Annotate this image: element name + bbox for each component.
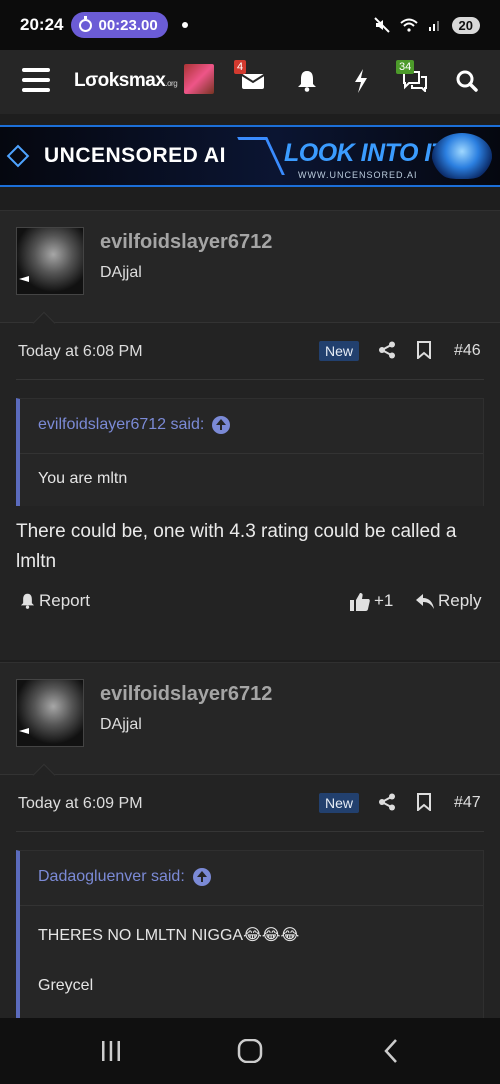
reaction-count: +1 bbox=[374, 591, 394, 610]
status-icons: 20 bbox=[373, 16, 480, 34]
post-number[interactable]: #46 bbox=[454, 342, 481, 360]
alerts-button[interactable] bbox=[292, 66, 322, 96]
ad-banner[interactable]: UNCENSORED AI LOOK INTO IT WWW.UNCENSORE… bbox=[0, 125, 500, 187]
conversations-button[interactable]: 34 bbox=[396, 60, 430, 96]
divider bbox=[16, 831, 484, 832]
stopwatch-icon bbox=[79, 15, 93, 32]
quote-author-link[interactable]: evilfoidslayer6712 said: bbox=[38, 416, 231, 434]
bookmark-button[interactable] bbox=[413, 791, 435, 813]
recent-apps-button[interactable] bbox=[94, 1036, 128, 1066]
banner-url: WWW.UNCENSORED.AI bbox=[298, 170, 418, 180]
banner-right-text: LOOK INTO IT bbox=[284, 139, 446, 167]
quote-author: evilfoidslayer6712 said: bbox=[38, 416, 205, 433]
logo-text: Lσoksmax bbox=[74, 70, 166, 91]
screen-record-timer[interactable]: 00:23.00 bbox=[71, 12, 168, 38]
post-actions: Report +1 Reply bbox=[0, 591, 500, 631]
post-user-block: evilfoidslayer6712 DAjjal bbox=[0, 211, 500, 335]
quote-text: You are mltn bbox=[38, 470, 128, 487]
logo-suffix: .org bbox=[165, 79, 178, 88]
new-badge: New bbox=[319, 793, 360, 813]
bell-icon bbox=[298, 71, 316, 92]
arrow-up-circle-icon[interactable] bbox=[192, 868, 211, 886]
user-title: DAjjal bbox=[100, 264, 142, 281]
menu-icon[interactable] bbox=[22, 68, 50, 92]
search-button[interactable] bbox=[452, 66, 482, 96]
quote-author-link[interactable]: Dadaogluenver said: bbox=[38, 868, 211, 886]
share-button[interactable] bbox=[376, 339, 398, 361]
like-button[interactable]: +1 bbox=[350, 591, 393, 611]
arrow-shape bbox=[237, 137, 285, 175]
quote-divider bbox=[20, 453, 483, 454]
avatar[interactable] bbox=[16, 679, 84, 747]
share-icon bbox=[379, 341, 395, 359]
quote-text: Greycel bbox=[38, 977, 94, 994]
quote-block: Dadaogluenver said: THERES NO LMLTN NIGG… bbox=[16, 850, 484, 1020]
signal-icon bbox=[428, 21, 439, 31]
post-meta: Today at 6:09 PM New #47 bbox=[0, 775, 500, 827]
back-icon bbox=[384, 1039, 397, 1063]
system-nav-bar bbox=[0, 1018, 500, 1084]
home-icon bbox=[237, 1039, 263, 1063]
recents-icon bbox=[102, 1041, 120, 1061]
reply-icon bbox=[416, 593, 434, 609]
diamond-icon bbox=[6, 144, 30, 168]
post-date[interactable]: Today at 6:08 PM bbox=[18, 343, 143, 361]
reply-label: Reply bbox=[438, 591, 482, 610]
post-date[interactable]: Today at 6:09 PM bbox=[18, 795, 143, 813]
thumbs-up-icon bbox=[350, 592, 370, 611]
share-icon bbox=[379, 793, 395, 811]
reply-button[interactable]: Reply bbox=[416, 591, 481, 611]
user-title: DAjjal bbox=[100, 716, 142, 733]
status-bar: 20:24 00:23.00 20 bbox=[0, 0, 500, 50]
account-avatar[interactable] bbox=[184, 64, 214, 94]
share-button[interactable] bbox=[376, 791, 398, 813]
inbox-button[interactable]: 4 bbox=[234, 60, 268, 96]
bookmark-icon bbox=[417, 793, 431, 811]
clock: 20:24 bbox=[20, 15, 64, 34]
back-button[interactable] bbox=[374, 1036, 408, 1066]
home-button[interactable] bbox=[233, 1036, 267, 1066]
post-body: There could be, one with 4.3 rating coul… bbox=[16, 521, 457, 572]
post-user-block: evilfoidslayer6712 DAjjal bbox=[0, 663, 500, 787]
post-number[interactable]: #47 bbox=[454, 794, 481, 812]
post-47: evilfoidslayer6712 DAjjal Today at 6:09 … bbox=[0, 662, 500, 1020]
arrow-up-circle-icon[interactable] bbox=[212, 416, 231, 434]
alerts-badge: 4 bbox=[234, 60, 247, 74]
wifi-icon bbox=[399, 18, 418, 32]
report-button[interactable]: Report bbox=[20, 591, 90, 611]
site-header: Lσoksmax.org 4 34 bbox=[0, 50, 500, 114]
post-46: evilfoidslayer6712 DAjjal Today at 6:08 … bbox=[0, 210, 500, 660]
username-link[interactable]: evilfoidslayer6712 bbox=[100, 231, 272, 254]
whats-new-button[interactable] bbox=[346, 66, 376, 96]
bookmark-button[interactable] bbox=[413, 339, 435, 361]
bolt-icon bbox=[355, 69, 367, 93]
divider bbox=[16, 379, 484, 380]
post-meta: Today at 6:08 PM New #46 bbox=[0, 323, 500, 375]
quote-text: THERES NO LMLTN NIGGA😂😂😂 bbox=[38, 927, 300, 944]
search-icon bbox=[456, 70, 478, 92]
report-label: Report bbox=[39, 591, 91, 610]
battery-indicator: 20 bbox=[451, 16, 480, 34]
timer-value: 00:23.00 bbox=[98, 16, 158, 34]
notification-dot-icon bbox=[181, 22, 188, 28]
quote-divider bbox=[20, 905, 483, 906]
site-logo[interactable]: Lσoksmax.org bbox=[74, 70, 178, 92]
bell-icon bbox=[20, 593, 35, 609]
avatar[interactable] bbox=[16, 227, 84, 295]
new-badge: New bbox=[319, 341, 360, 361]
username-link[interactable]: evilfoidslayer6712 bbox=[100, 683, 272, 706]
quote-author: Dadaogluenver said: bbox=[38, 868, 185, 885]
mute-icon bbox=[373, 17, 390, 33]
brain-graphic bbox=[432, 133, 492, 179]
banner-left-text: UNCENSORED AI bbox=[44, 144, 226, 167]
conversations-badge: 34 bbox=[396, 60, 415, 74]
bookmark-icon bbox=[417, 341, 431, 359]
quote-block: evilfoidslayer6712 said: You are mltn bbox=[16, 398, 484, 506]
inbox-icon bbox=[241, 74, 265, 89]
